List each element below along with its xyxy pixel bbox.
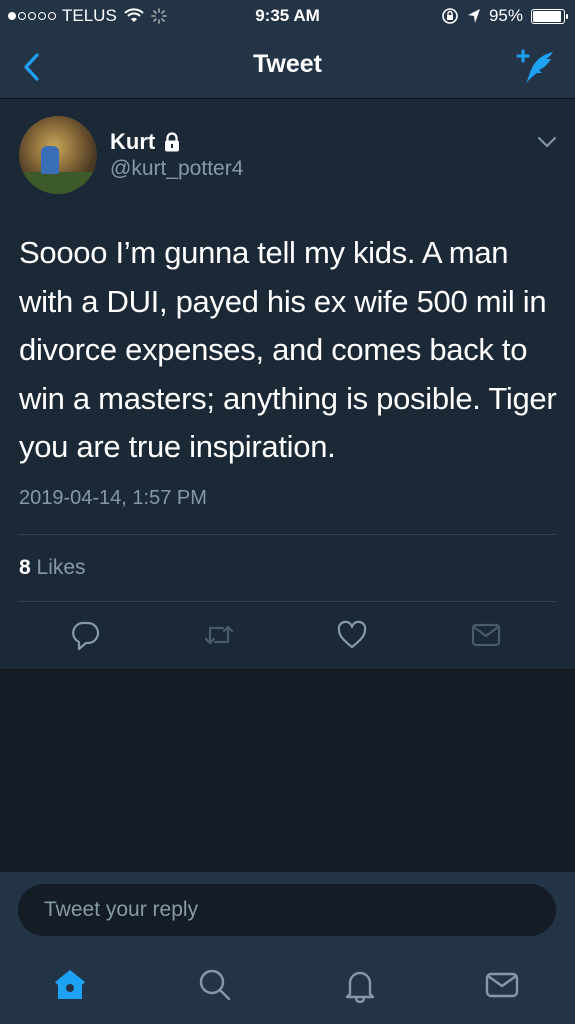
tab-search[interactable] xyxy=(197,967,233,1003)
rotation-lock-icon xyxy=(442,8,458,24)
tab-home[interactable] xyxy=(52,967,88,1003)
direct-message-icon xyxy=(471,623,501,647)
reply-icon xyxy=(72,621,100,651)
tweet-detail: Kurt @kurt_potter4 Soooo I’m gunna tell … xyxy=(0,99,575,670)
divider xyxy=(19,601,556,602)
messages-icon xyxy=(485,972,519,998)
avatar[interactable] xyxy=(19,116,97,194)
battery-percent: 95% xyxy=(488,6,523,25)
author-display-name[interactable]: Kurt xyxy=(110,129,155,155)
compose-tweet-icon xyxy=(516,49,553,83)
battery-icon xyxy=(531,8,568,24)
likes-count[interactable]: 8 Likes xyxy=(19,556,86,580)
home-icon xyxy=(55,970,85,999)
like-button[interactable] xyxy=(336,619,368,651)
tweet-timestamp: 2019-04-14, 1:57 PM xyxy=(19,487,207,509)
likes-number: 8 xyxy=(19,556,31,579)
tab-messages[interactable] xyxy=(484,967,520,1003)
location-arrow-icon xyxy=(467,9,480,23)
author-handle[interactable]: @kurt_potter4 xyxy=(110,157,243,181)
tweet-text: Soooo I’m gunna tell my kids. A man with… xyxy=(19,235,557,464)
author-name-row: Kurt xyxy=(110,129,181,155)
compose-tweet-button[interactable] xyxy=(513,46,559,86)
like-icon xyxy=(337,620,367,649)
notifications-icon xyxy=(345,971,375,1003)
tab-notifications[interactable] xyxy=(342,967,378,1003)
retweet-icon xyxy=(204,625,234,645)
page-title: Tweet xyxy=(253,50,322,78)
search-icon xyxy=(199,969,231,1001)
likes-label: Likes xyxy=(36,556,86,579)
chevron-down-icon xyxy=(538,137,556,147)
direct-message-button[interactable] xyxy=(470,619,502,651)
reply-button[interactable] xyxy=(69,619,101,651)
divider xyxy=(19,534,556,535)
navigation-bar: Tweet xyxy=(0,34,575,99)
tweet-options-button[interactable] xyxy=(537,135,557,149)
retweet-button[interactable] xyxy=(203,619,235,651)
status-bar: TELUS 9:35 AM 95% xyxy=(0,0,575,34)
battery-fill xyxy=(533,10,561,22)
status-indicators: 95% xyxy=(441,6,568,26)
tab-bar xyxy=(0,949,575,1024)
lock-icon xyxy=(165,132,180,152)
reply-input[interactable] xyxy=(18,884,556,936)
reply-bar xyxy=(0,872,575,949)
tweet-actions xyxy=(0,619,575,651)
